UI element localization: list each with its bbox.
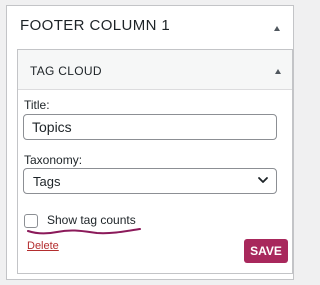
save-button[interactable]: SAVE — [244, 239, 288, 263]
tag-cloud-widget-title: TAG CLOUD — [30, 64, 102, 78]
handwritten-underline-annotation — [27, 228, 141, 235]
footer-column-title: FOOTER COLUMN 1 — [20, 17, 171, 34]
title-field-label: Title: — [24, 98, 50, 112]
taxonomy-selected-value: Tags — [33, 174, 61, 189]
footer-column-header[interactable]: FOOTER COLUMN 1 — [7, 6, 293, 46]
tag-cloud-widget-header[interactable]: TAG CLOUD — [18, 50, 292, 90]
delete-link[interactable]: Delete — [27, 240, 59, 252]
chevron-down-icon — [258, 177, 268, 183]
footer-column-panel: FOOTER COLUMN 1 TAG CLOUD Title: Taxonom… — [6, 5, 294, 280]
taxonomy-select[interactable]: Tags — [23, 168, 277, 194]
title-input[interactable] — [23, 114, 277, 140]
collapse-triangle-icon[interactable] — [274, 26, 280, 31]
widget-collapse-triangle-icon[interactable] — [275, 69, 281, 74]
taxonomy-field-label: Taxonomy: — [24, 153, 83, 167]
screenshot-frame: FOOTER COLUMN 1 TAG CLOUD Title: Taxonom… — [0, 0, 300, 285]
